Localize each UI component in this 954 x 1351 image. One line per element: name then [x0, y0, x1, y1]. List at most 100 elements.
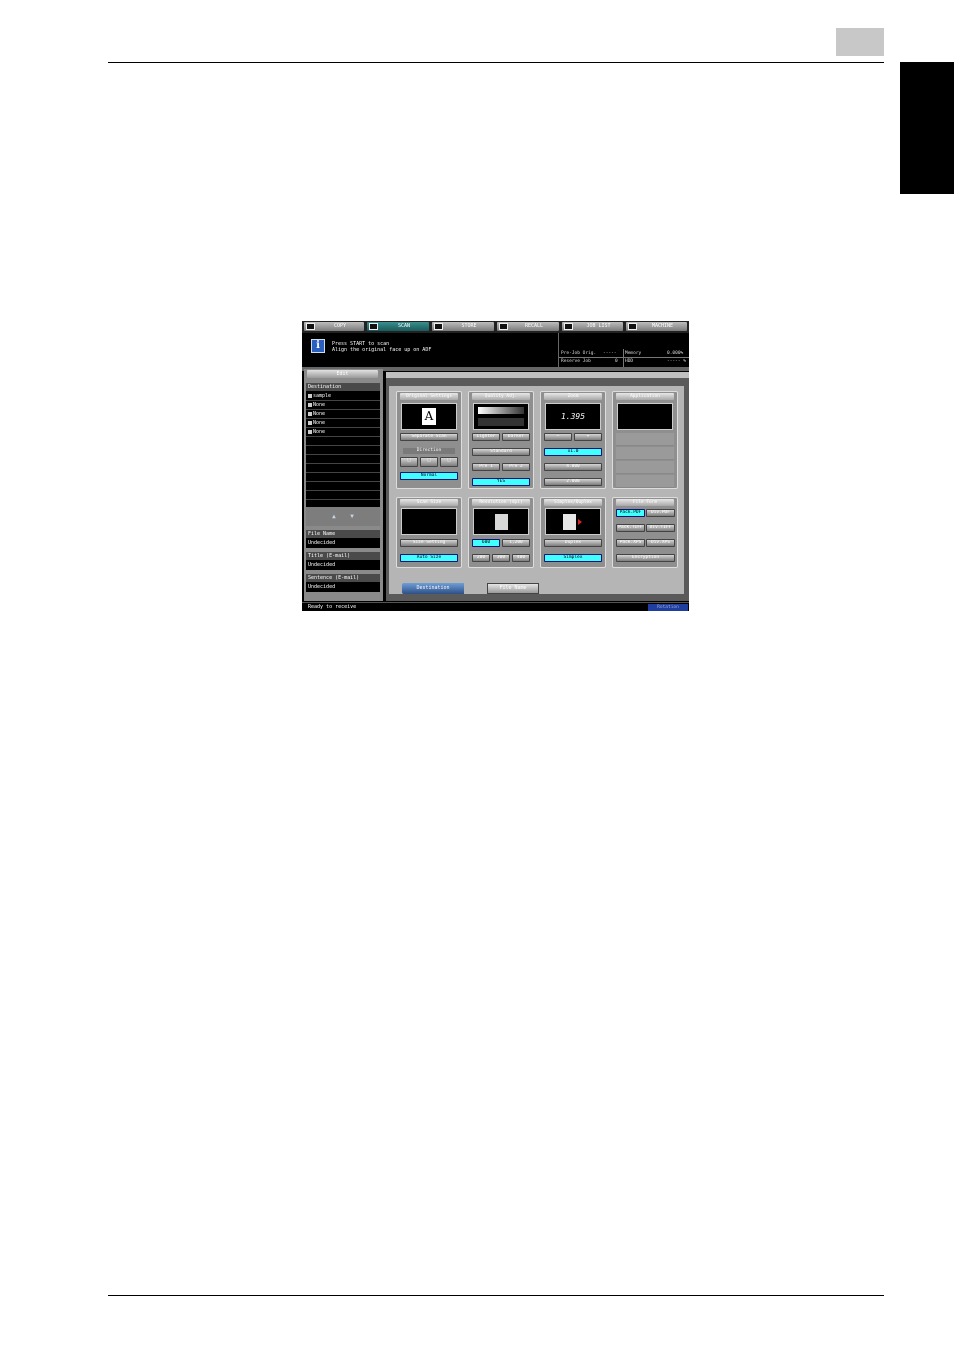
mail-box-icon	[308, 393, 312, 398]
res-200-button[interactable]: 200	[472, 554, 490, 562]
application-slot	[616, 433, 674, 446]
list-item[interactable]: None	[306, 401, 380, 410]
status-bar: Ready to receive Rotation	[302, 602, 689, 611]
zoom-minus-button[interactable]: −	[544, 433, 572, 441]
tab-bar: COPY SCAN STORE RECALL JOB LIST MACHINE	[302, 321, 689, 333]
memory-label: Memory	[625, 351, 642, 356]
zoom-x1-button[interactable]: x1.0	[544, 448, 602, 456]
resolution-title[interactable]: Resolution (dpi)	[472, 499, 530, 506]
user-icon	[308, 420, 312, 425]
res-1200-button[interactable]: 1,200	[502, 539, 530, 547]
sheet-icon	[563, 514, 576, 530]
list-item-empty	[306, 491, 380, 500]
original-settings-title[interactable]: Original Settings	[400, 393, 458, 400]
zoom-plus-button[interactable]: +	[574, 433, 602, 441]
file-form-box: File Form Pack.PDF Div.PDF Pack.TIFF Div…	[612, 497, 678, 568]
simplex-duplex-display	[545, 508, 601, 535]
destination-list: Destination sample None None None None	[306, 383, 380, 507]
yes-button[interactable]: YES	[472, 478, 530, 486]
page-number-box	[836, 28, 884, 56]
scroll-down-icon[interactable]: ▼	[350, 513, 354, 520]
file-name-value: Undecided	[308, 540, 336, 546]
application-slot	[616, 461, 674, 474]
normal-button[interactable]: Normal	[400, 472, 458, 480]
list-item[interactable]: None	[306, 419, 380, 428]
zoom-display: 1.395	[545, 403, 601, 430]
original-settings-box: Original Settings A Separate Scan Direct…	[396, 391, 462, 489]
hdd-label: HDD	[625, 359, 634, 364]
separate-scan-button[interactable]: Separate Scan	[400, 433, 458, 441]
zoom-title[interactable]: Zoom	[544, 393, 602, 400]
sentence-label: Sentence (E-mail)	[306, 574, 380, 582]
darker-button[interactable]: Darker	[502, 433, 530, 441]
res-300-button[interactable]: 300	[492, 554, 510, 562]
res-400-button[interactable]: 400	[512, 554, 530, 562]
title-block: Title (E-mail) Undecided	[306, 552, 380, 570]
application-title[interactable]: Application	[616, 393, 674, 400]
simplex-button[interactable]: Simplex	[544, 554, 602, 562]
direction-button-2[interactable]: ⎕	[420, 457, 438, 467]
res-600-button[interactable]: 600	[472, 539, 500, 547]
size-setting-button[interactable]: Size Setting	[400, 539, 458, 547]
pre2-button[interactable]: Pre 2	[502, 463, 530, 471]
header-rule	[108, 62, 884, 63]
scan-size-display	[401, 508, 457, 535]
file-form-title: File Form	[616, 499, 674, 506]
tab-machine[interactable]: MACHINE	[626, 322, 687, 331]
destination-header: Destination	[306, 383, 380, 391]
div-tiff-button[interactable]: Div.TIFF	[646, 524, 675, 532]
pack-pdf-button[interactable]: Pack.PDF	[616, 509, 645, 517]
list-item[interactable]: sample	[306, 392, 380, 401]
file-name-button[interactable]: File Name	[487, 583, 539, 594]
density-gradient	[478, 407, 524, 414]
standard-button[interactable]: Standard	[472, 448, 530, 456]
copy-icon	[306, 323, 315, 330]
div-xps-button[interactable]: Div.XPS	[646, 539, 675, 547]
chapter-tab	[900, 62, 954, 194]
job-list-icon	[564, 323, 573, 330]
edit-button[interactable]: Edit	[307, 370, 378, 378]
destination-button[interactable]: Destination	[402, 583, 464, 594]
duplex-button[interactable]: Duplex	[544, 539, 602, 547]
tab-scan[interactable]: SCAN	[367, 322, 429, 331]
message-area: i Press START to scan Align the original…	[302, 333, 558, 367]
quality-preview	[473, 403, 529, 430]
orientation-icon: ⎕	[407, 458, 411, 463]
encryption-button[interactable]: Encryption	[616, 554, 675, 562]
tab-recall[interactable]: RECALL	[497, 322, 559, 331]
list-item-empty	[306, 455, 380, 464]
simplex-duplex-title[interactable]: Simplex/Duplex	[544, 499, 602, 506]
pack-xps-button[interactable]: Pack.XPS	[616, 539, 645, 547]
zoom-preset-1-button[interactable]: 4.000	[544, 463, 602, 471]
footer-rule	[108, 1295, 884, 1296]
application-slot	[616, 447, 674, 460]
scan-size-title[interactable]: Scan Size	[400, 499, 458, 506]
direction-button-3[interactable]: ⎕	[440, 457, 458, 467]
simplex-duplex-box: Simplex/Duplex Duplex Simplex	[540, 497, 606, 568]
list-item[interactable]: None	[306, 428, 380, 437]
tab-job-list[interactable]: JOB LIST	[562, 322, 623, 331]
quality-adj-title[interactable]: Quality Adj.	[472, 393, 530, 400]
resolution-display	[473, 508, 529, 535]
pack-tiff-button[interactable]: Pack.TIFF	[616, 524, 645, 532]
direction-button-1[interactable]: ⎕	[400, 457, 418, 467]
quality-adj-box: Quality Adj. Lighter Darker Standard Pre…	[468, 391, 534, 489]
title-label: Title (E-mail)	[306, 552, 380, 560]
pre1-button[interactable]: Pre 1	[472, 463, 500, 471]
tab-store[interactable]: STORE	[432, 322, 494, 331]
list-item[interactable]: None	[306, 410, 380, 419]
scroll-up-icon[interactable]: ▲	[332, 513, 336, 520]
tab-copy[interactable]: COPY	[304, 322, 364, 331]
file-name-block: File Name Undecided	[306, 530, 380, 548]
lighter-button[interactable]: Lighter	[472, 433, 500, 441]
rotation-button[interactable]: Rotation	[648, 604, 688, 611]
div-pdf-button[interactable]: Div.PDF	[646, 509, 675, 517]
prejob-label: Pre-Job Orig.	[561, 351, 597, 356]
list-item-empty	[306, 446, 380, 455]
auto-size-button[interactable]: Auto Size	[400, 554, 458, 562]
zoom-value: 1.395	[560, 412, 586, 421]
zoom-preset-2-button[interactable]: 2.000	[544, 478, 602, 486]
file-name-label: File Name	[306, 530, 380, 538]
scan-icon	[369, 323, 378, 330]
user-icon	[308, 411, 312, 416]
